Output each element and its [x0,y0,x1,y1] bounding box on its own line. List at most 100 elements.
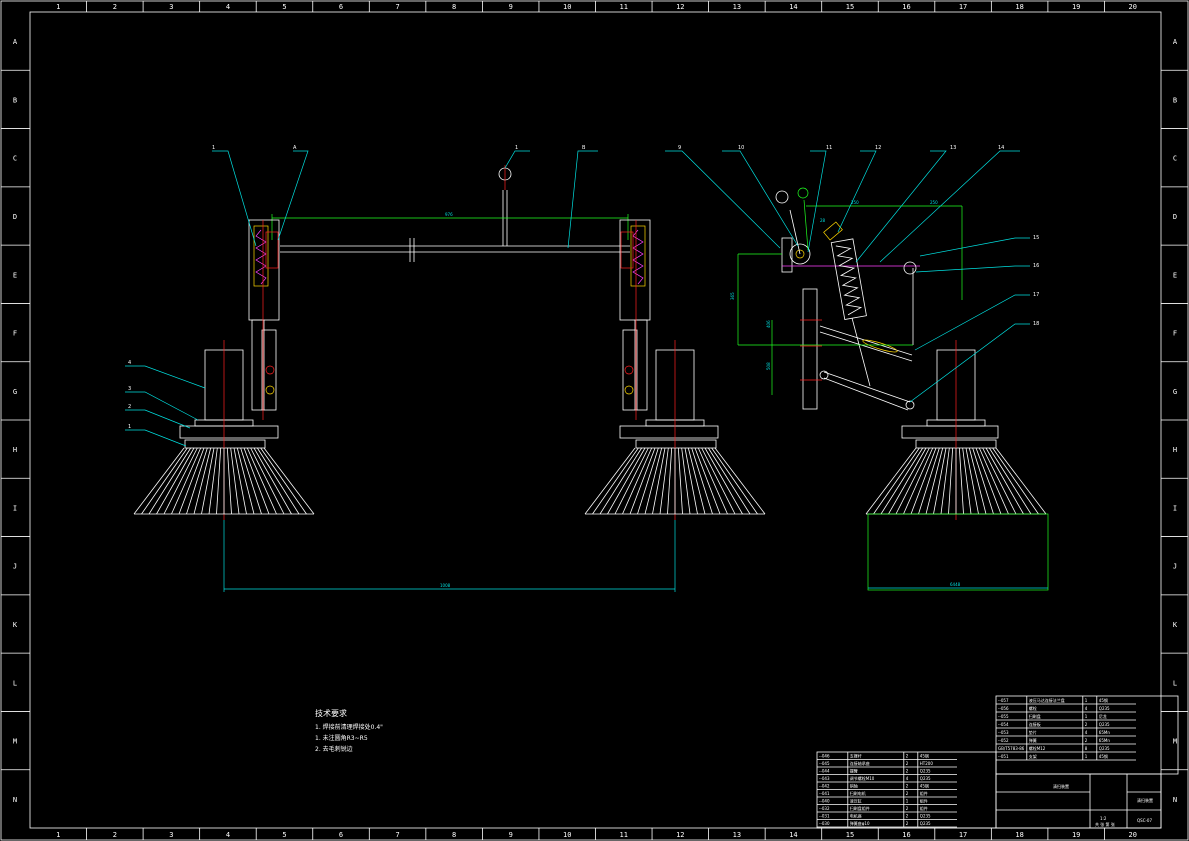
zone-row-left: B [13,96,17,104]
zone-column-top: 18 [1015,3,1023,11]
callout-11: 11 [826,145,832,151]
zone-row-right: N [1173,796,1177,804]
bristle [965,447,979,515]
zone-column-bottom: 6 [339,831,343,839]
bristle [694,447,721,515]
parts-upper-rows: --057 液压马达连接法兰盘 1 45钢 --056 螺栓 4 Q235 --055 扫刷盘 1 尼… [996,696,1136,761]
dim-b: 28 [820,218,826,223]
parts-cell: 2 [906,769,909,774]
zone-column-bottom: 16 [902,831,910,839]
parts-cell: 连接轴承座 [850,760,870,766]
front-view: 976 1008 1 A 1 B 4 3 2 1 [125,145,766,592]
parts-cell: --043 [819,776,830,781]
bristle [607,447,646,515]
parts-lower-rows: --046 支撑杆 2 45钢 --045 连接轴承座 2 HT200 --044 摆臂 2 Q235… [817,752,957,828]
parts-cell: 65Mn [1099,738,1111,743]
bristle [988,447,1032,515]
zone-column-top: 1 [56,3,60,11]
callout-1: 1 [212,145,215,151]
bristle [704,447,743,515]
parts-cell: --053 [998,730,1009,735]
bristle [240,447,262,515]
zone-column-top: 17 [959,3,967,11]
callout-10: 10 [738,145,744,151]
parts-cell: --056 [998,706,1009,711]
parts-cell: --055 [998,714,1009,719]
callout-a: A [293,145,297,151]
parts-cell: 尼龙 [1099,713,1107,719]
parts-cell: --040 [819,799,830,804]
zone-column-top: 11 [620,3,628,11]
zone-column-top: 19 [1072,3,1080,11]
parts-cell: 4 [1085,706,1088,711]
zone-column-top: 7 [395,3,399,11]
zone-column-top: 5 [282,3,286,11]
bristle [691,447,713,515]
parts-cell: --045 [819,761,830,766]
callout-1b: 1 [128,424,131,430]
bristle [133,447,185,515]
side-width-value: 6448 [950,582,961,587]
zone-column-bottom: 3 [169,831,173,839]
zone-column-top: 20 [1129,3,1137,11]
parts-cell: Q235 [920,776,931,781]
bristle [975,447,1002,515]
notes-title: 技术要求 [315,708,347,718]
parts-cell: --052 [998,738,1009,743]
diagonal-strut [851,317,871,387]
bristle [599,447,643,515]
bristle [714,447,766,515]
parts-cell: 2 [906,806,909,811]
leader-3 [125,391,199,421]
parts-cell: 支撑杆 [850,753,862,759]
note-1: 1. 焊接前清理焊接处0.4" [315,723,383,731]
bristle [256,447,300,515]
right-brush-hub [635,439,717,449]
right-column-frame [619,219,651,321]
zone-row-left: N [13,796,17,804]
zone-column-bottom: 9 [509,831,513,839]
leader-9 [665,150,781,249]
zone-column-bottom: 7 [395,831,399,839]
bristle [243,447,270,515]
zone-column-bottom: 20 [1129,831,1137,839]
bristle [865,447,917,515]
title-block: --057 液压马达连接法兰盘 1 45钢 --056 螺栓 4 Q235 --055 扫刷盘 1 尼… [816,695,1179,829]
parts-cell: 扫刷盘 [1029,713,1041,719]
bristle [156,447,195,515]
bristle [652,447,666,515]
zone-row-right: G [1173,388,1177,396]
zone-row-right: C [1173,155,1177,163]
parts-cell: Q235 [1099,746,1110,751]
bristle [253,447,292,515]
leader-a [277,150,309,241]
parts-cell: --046 [819,754,830,759]
parts-cell: 弹簧 [1029,737,1037,743]
bristle [216,447,222,515]
zone-row-right: I [1173,504,1177,512]
parts-cell: 1 [1085,714,1088,719]
zone-column-top: 10 [563,3,571,11]
parts-cell: 螺栓M12 [1029,745,1046,751]
zone-row-left: D [13,213,17,221]
bristle [659,447,669,515]
parts-cell: 弹簧座φ10 [850,820,870,826]
bristle [186,447,208,515]
callout-16: 16 [1033,263,1039,269]
left-column-frame [248,219,280,321]
zone-row-left: C [13,155,17,163]
zone-row-left: H [13,446,17,454]
bristle [263,447,315,515]
upper-link-2 [819,331,913,362]
leader-handle [504,150,530,169]
zone-column-top: 12 [676,3,684,11]
side-view: 365 406 508 250 250 28 6448 9 10 11 12 1… [665,145,1049,591]
parts-cell: 8 [1085,746,1088,751]
zone-row-left: G [13,388,17,396]
side-motor-mount [901,425,999,439]
zone-row-right: E [1173,271,1177,279]
upper-link [819,325,913,356]
upper-link-turnbuckle [862,339,898,353]
parts-cell: 2 [1085,738,1088,743]
bristle [677,447,683,515]
